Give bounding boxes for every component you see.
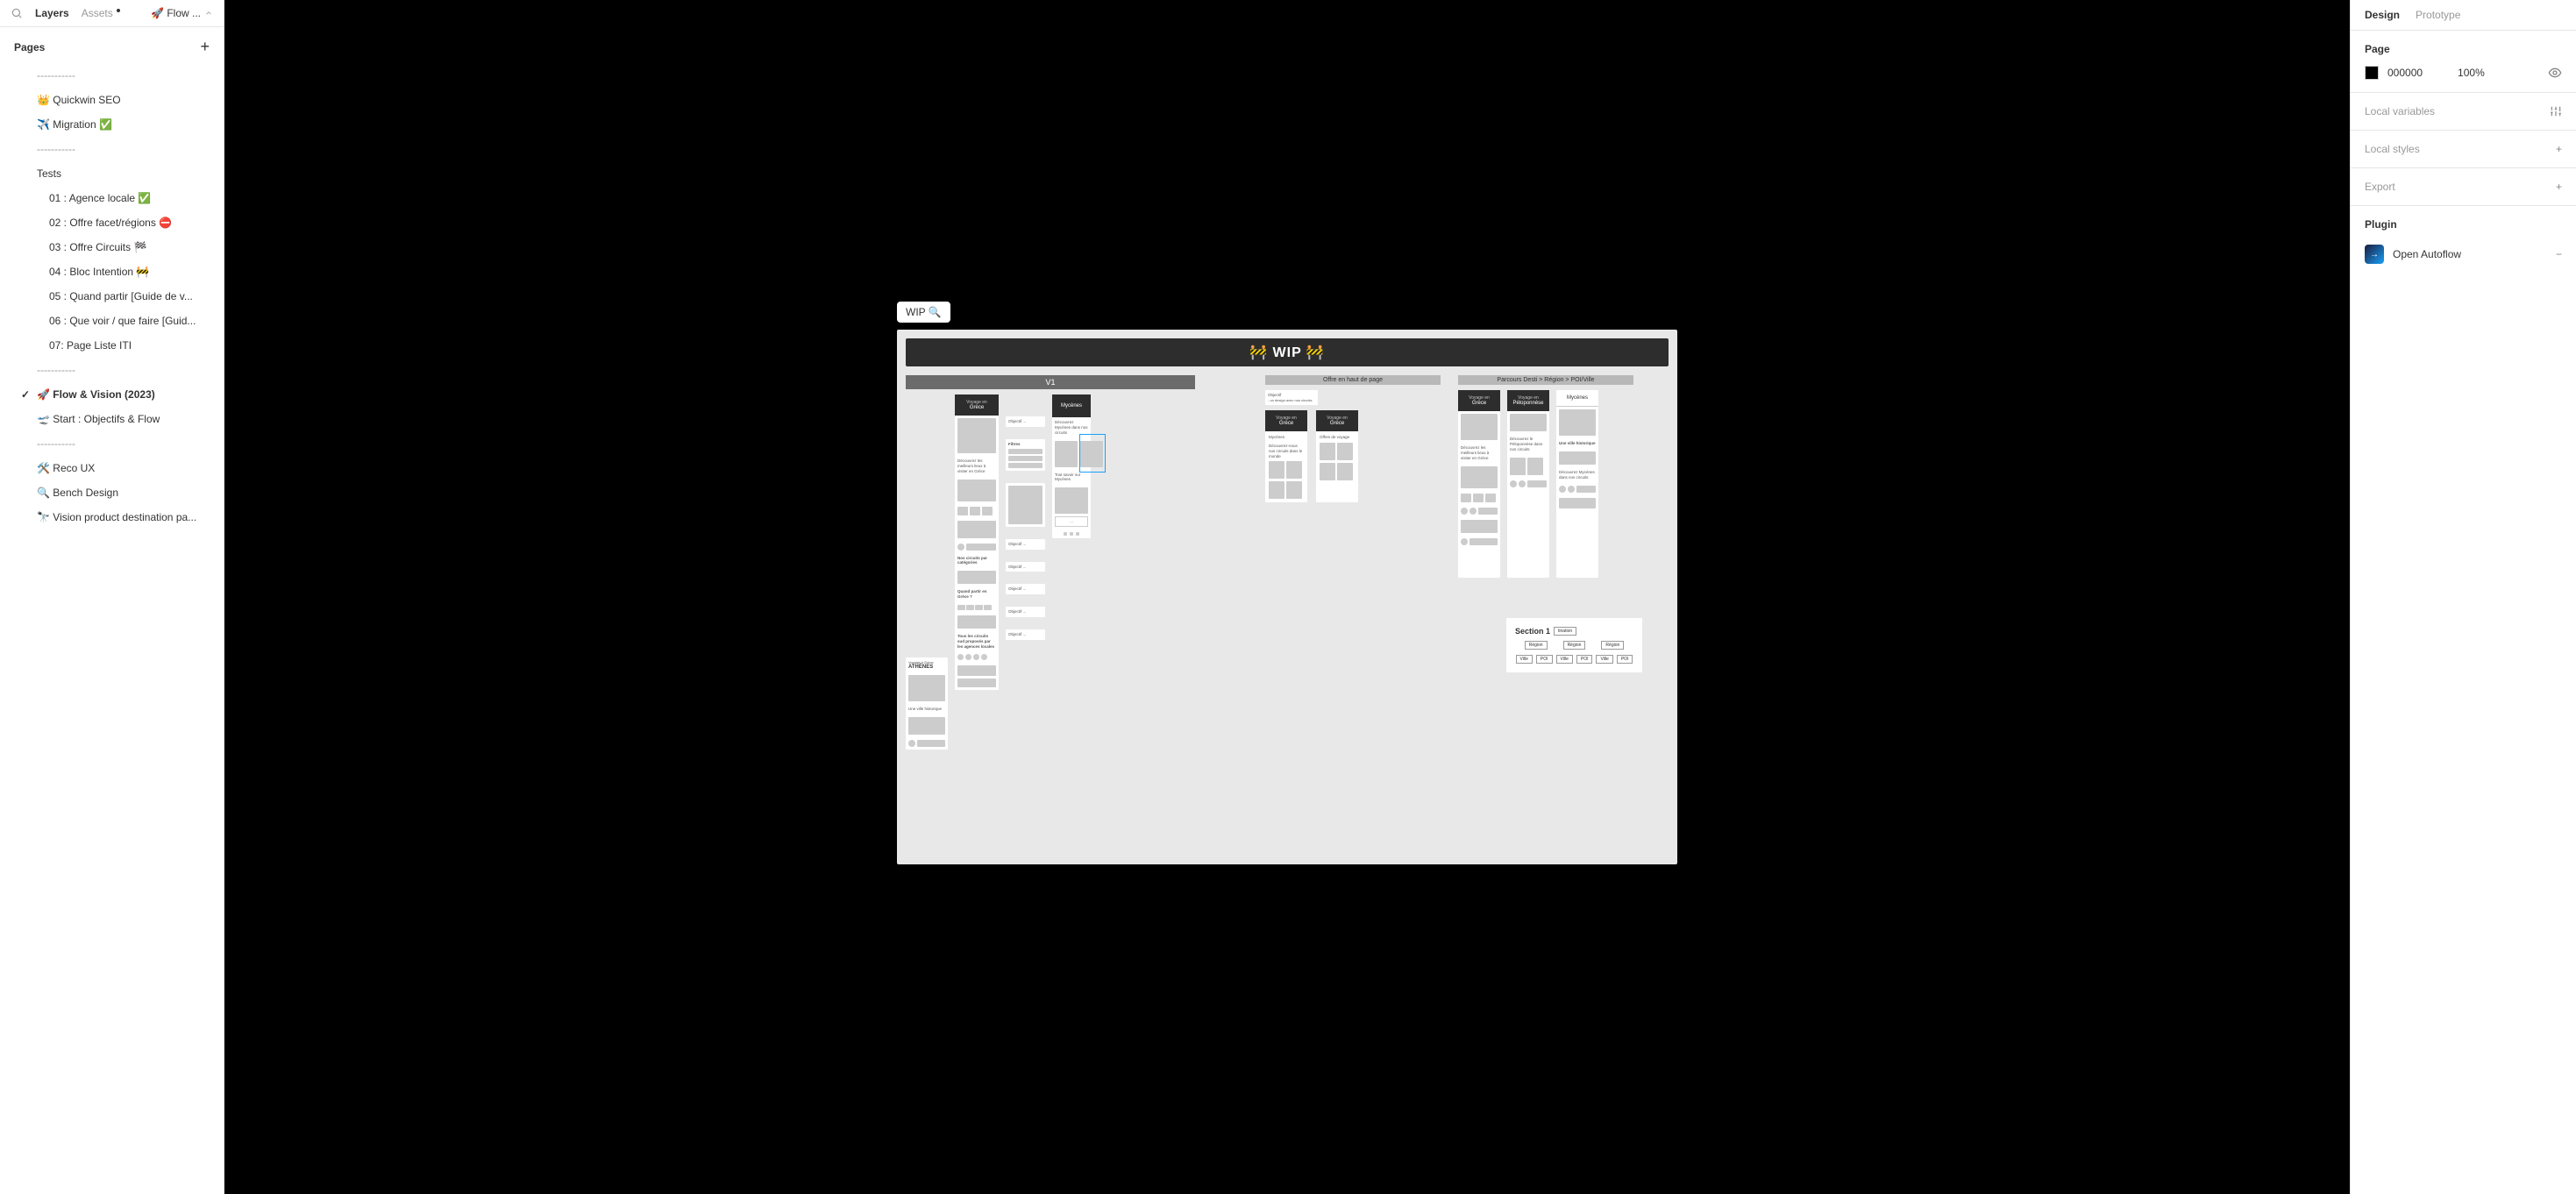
frame-label[interactable]: WIP 🔍 (897, 302, 950, 323)
section-export[interactable]: Export + (2351, 168, 2576, 206)
page-item[interactable]: 🛫 Start : Objectifs & Flow (7, 407, 217, 431)
page-item[interactable]: 06 : Que voir / que faire [Guid... (7, 309, 217, 333)
tab-design[interactable]: Design (2365, 9, 2400, 21)
page-color-swatch[interactable] (2365, 66, 2379, 80)
add-export-icon[interactable]: + (2556, 181, 2562, 193)
assets-badge-dot (117, 9, 120, 12)
page-item[interactable]: ----------- (7, 63, 217, 88)
page-item[interactable]: 01 : Agence locale ✅ (7, 186, 217, 210)
section-local-styles[interactable]: Local styles + (2351, 131, 2576, 168)
tree-node: POI (1617, 655, 1633, 664)
tab-assets[interactable]: Assets (82, 7, 113, 19)
settings-icon[interactable] (2550, 105, 2562, 117)
section-plugin: Plugin → Open Autoflow − (2351, 206, 2576, 280)
section-bar-offre: Offre en haut de page (1265, 375, 1441, 385)
filtres-label: Filtres (1008, 442, 1042, 447)
mock-sub: Voyage en (957, 400, 997, 405)
tree-node: Ville (1556, 655, 1573, 664)
pages-header: Pages + (0, 27, 224, 63)
mock-title: Mycènes (1558, 395, 1597, 401)
page-list: -----------👑 Quickwin SEO✈️ Migration ✅-… (0, 63, 224, 1194)
right-header: Design Prototype (2351, 0, 2576, 31)
plugin-name[interactable]: Open Autoflow (2393, 248, 2461, 260)
left-sidebar: Layers Assets WIP 🔍 🚀 Flow ... Pages + -… (0, 0, 224, 1194)
v1-label: V1 (906, 375, 1195, 389)
add-page-button[interactable]: + (200, 38, 210, 56)
tree-node: Région (1601, 641, 1624, 650)
page-item[interactable]: 04 : Bloc Intention 🚧 (7, 259, 217, 284)
wip-banner: 🚧 WIP 🚧 (906, 338, 1669, 366)
section-title: Page (2365, 43, 2562, 55)
mock-title: Grèce (1267, 421, 1306, 426)
add-style-icon[interactable]: + (2556, 143, 2562, 155)
main-frame: 🚧 WIP 🚧 V1 Voyage à Grèce ATHÈNES (897, 330, 1677, 864)
file-crumb-text: 🚀 Flow ... (151, 7, 201, 19)
remove-plugin-icon[interactable]: − (2556, 248, 2562, 260)
section-local-variables[interactable]: Local variables (2351, 93, 2576, 131)
mock-text: Découvrez les meilleurs lieux à visiter … (955, 456, 999, 477)
page-item[interactable]: 👑 Quickwin SEO (7, 88, 217, 112)
tree-node: POI (1576, 655, 1593, 664)
left-header: Layers Assets WIP 🔍 🚀 Flow ... (0, 0, 224, 27)
tab-layers[interactable]: Layers (35, 7, 69, 19)
mock-title: Grèce (957, 405, 997, 410)
page-item[interactable]: 05 : Quand partir [Guide de v... (7, 284, 217, 309)
page-item[interactable]: ----------- (7, 358, 217, 382)
page-item[interactable]: 🚀 Flow & Vision (2023) (7, 382, 217, 407)
canvas[interactable]: WIP 🔍 🚧 WIP 🚧 V1 Voyage à Grèce (224, 0, 2350, 1194)
local-styles-label: Local styles (2365, 143, 2420, 155)
tree-node: Ville (1596, 655, 1612, 664)
page-item[interactable]: 🔭 Vision product destination pa... (7, 505, 217, 529)
pages-title: Pages (14, 41, 45, 53)
plugin-title: Plugin (2365, 218, 2562, 231)
tree-node: Région (1563, 641, 1586, 650)
mock-title: Grèce (1460, 401, 1498, 406)
mock-title: Péloponnèse (1509, 401, 1548, 406)
visibility-icon[interactable] (2548, 66, 2562, 80)
mock-title: Grèce (1318, 421, 1356, 426)
local-vars-label: Local variables (2365, 105, 2435, 117)
right-sidebar: Design Prototype Page 000000 100% Local … (2350, 0, 2576, 1194)
tab-prototype[interactable]: Prototype (2416, 9, 2460, 21)
page-item[interactable]: 🔍 Bench Design (7, 480, 217, 505)
export-label: Export (2365, 181, 2395, 193)
search-icon[interactable] (11, 7, 23, 19)
tree-diagram: Section 1 tination Région Région Région … (1506, 618, 1642, 672)
plugin-icon: → (2365, 245, 2384, 264)
page-item[interactable]: 🛠️ Reco UX (7, 456, 217, 480)
page-color-hex[interactable]: 000000 (2387, 67, 2423, 79)
page-item[interactable]: ✈️ Migration ✅ (7, 112, 217, 137)
chevron-up-icon (204, 9, 213, 18)
section-page: Page 000000 100% (2351, 31, 2576, 93)
file-crumb[interactable]: WIP 🔍 🚀 Flow ... (151, 7, 213, 19)
tree-node: tination (1554, 627, 1576, 636)
page-item[interactable]: ----------- (7, 431, 217, 456)
tree-node: Région (1525, 641, 1548, 650)
mock-title: Mycènes (1054, 403, 1089, 409)
tree-node: POI (1536, 655, 1553, 664)
page-item[interactable]: 07: Page Liste ITI (7, 333, 217, 358)
page-color-opacity[interactable]: 100% (2458, 67, 2485, 79)
page-item[interactable]: 03 : Offre Circuits 🏁 (7, 235, 217, 259)
tree-title: Section 1 (1515, 627, 1550, 636)
mock-title: ATHÈNES (908, 665, 945, 670)
page-item[interactable]: Tests (7, 161, 217, 186)
page-item[interactable]: 02 : Offre facet/régions ⛔ (7, 210, 217, 235)
page-item[interactable]: ----------- (7, 137, 217, 161)
tree-node: Ville (1516, 655, 1533, 664)
section-bar-parcours: Parcours Desti > Région > POI/Ville (1458, 375, 1633, 385)
